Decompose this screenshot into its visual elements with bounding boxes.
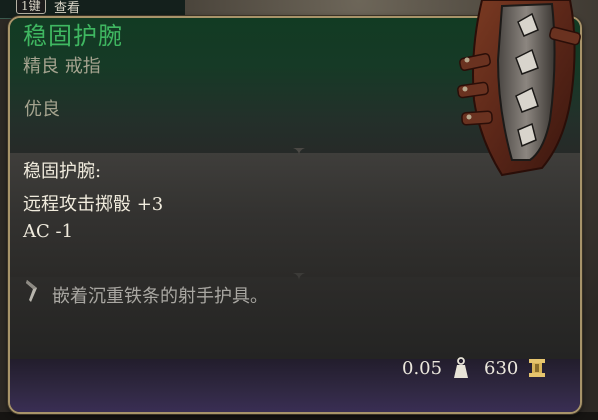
stat-line: AC -1 xyxy=(23,221,74,242)
gold-coin-icon xyxy=(528,357,546,379)
quill-icon xyxy=(23,278,41,304)
hotkey-hint: 查看 xyxy=(54,1,81,16)
section-divider-notch xyxy=(293,148,305,156)
hotkey-label: 1键 xyxy=(16,0,46,14)
item-name: 稳固护腕 xyxy=(23,22,123,50)
item-rarity: 优良 xyxy=(24,99,60,120)
item-type: 精良 戒指 xyxy=(23,56,101,77)
section-divider-notch xyxy=(293,273,305,281)
bracer-item-icon xyxy=(442,0,592,180)
stats-title: 稳固护腕: xyxy=(23,161,102,182)
stat-line: 远程攻击掷骰 +3 xyxy=(23,194,164,215)
item-weight: 0.05 xyxy=(402,358,443,379)
weight-icon xyxy=(452,356,470,380)
item-price: 630 xyxy=(484,358,519,379)
item-description: 嵌着沉重铁条的射手护具。 xyxy=(52,286,268,307)
